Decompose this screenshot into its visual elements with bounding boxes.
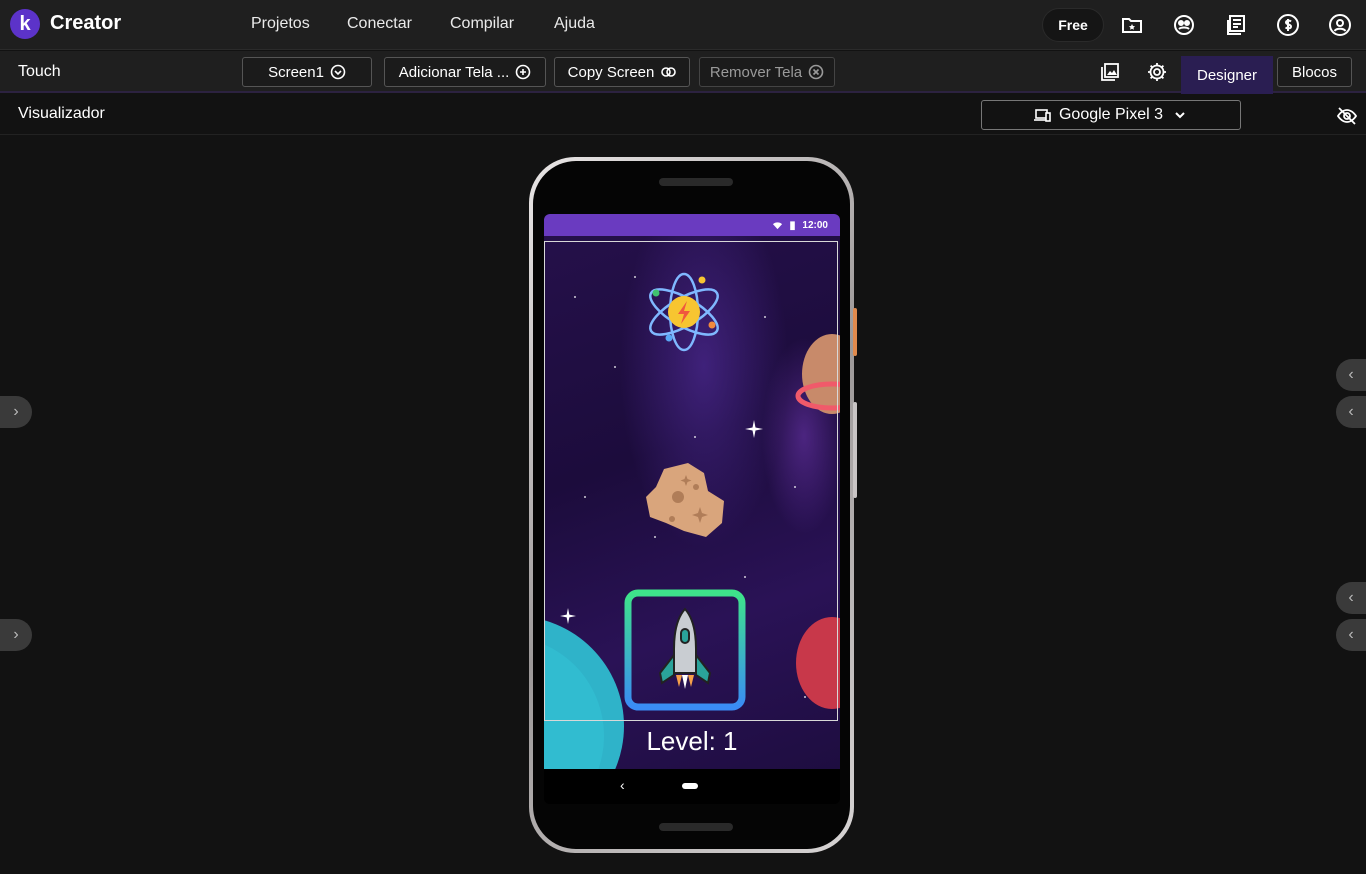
toggle-icon (661, 67, 677, 77)
phone-power-key (853, 308, 857, 356)
folder-star-icon[interactable] (1120, 13, 1144, 37)
menu-compilar[interactable]: Compilar (450, 15, 514, 33)
dollar-icon[interactable] (1276, 13, 1300, 37)
chevron-right-icon: › (13, 626, 19, 643)
device-select-label: Google Pixel 3 (1058, 106, 1164, 123)
community-icon[interactable] (1172, 13, 1196, 37)
tab-blocos[interactable]: Blocos (1277, 57, 1352, 87)
phone-speaker-bottom (659, 823, 733, 831)
menu-ajuda[interactable]: Ajuda (554, 15, 595, 33)
remove-screen-label: Remover Tela (709, 63, 803, 81)
chevron-left-icon: ‹ (1348, 403, 1354, 420)
remove-screen-button[interactable]: Remover Tela (699, 57, 835, 87)
brand-name[interactable]: Creator (50, 12, 121, 35)
chevron-down-icon (1175, 112, 1185, 119)
top-navbar: k Creator Projetos Conectar Compilar Aju… (0, 0, 1366, 50)
home-icon[interactable] (682, 783, 698, 789)
chevron-down-circle-icon (330, 64, 346, 80)
viewer-title: Visualizador (18, 105, 105, 122)
expand-left-panel-button[interactable]: › (0, 396, 32, 428)
menu-projetos[interactable]: Projetos (251, 15, 310, 33)
status-time: 12:00 (802, 219, 828, 231)
designer-toolbar: Touch Screen1 Adicionar Tela ... Copy Sc… (0, 51, 1366, 94)
settings-icon[interactable] (1146, 61, 1168, 83)
screen-select-button[interactable]: Screen1 (242, 57, 372, 87)
android-navbar: ‹ (544, 769, 840, 804)
chevron-left-icon: ‹ (1348, 366, 1354, 383)
android-statusbar: 12:00 (544, 214, 840, 236)
eye-off-icon[interactable] (1336, 105, 1358, 127)
account-icon[interactable] (1328, 13, 1352, 37)
gallery-icon[interactable] (1099, 61, 1121, 83)
add-screen-label: Adicionar Tela ... (398, 63, 510, 81)
add-screen-button[interactable]: Adicionar Tela ... (384, 57, 546, 87)
close-circle-icon (808, 64, 824, 80)
screen-select-label: Screen1 (268, 63, 324, 81)
canvas-component[interactable] (544, 241, 838, 721)
chevron-left-icon: ‹ (1348, 626, 1354, 643)
level-label: Level: 1 (646, 726, 738, 756)
game-background: Level: 1 (544, 236, 840, 769)
back-icon[interactable]: ‹ (620, 777, 625, 793)
collapse-right-panel-button-4[interactable]: ‹ (1336, 619, 1366, 651)
menu-conectar[interactable]: Conectar (347, 15, 412, 33)
copy-screen-button[interactable]: Copy Screen (554, 57, 690, 87)
collapse-right-panel-button-3[interactable]: ‹ (1336, 582, 1366, 614)
plan-badge[interactable]: Free (1042, 8, 1104, 42)
collapse-right-panel-button-2[interactable]: ‹ (1336, 396, 1366, 428)
device-select[interactable]: Google Pixel 3 (981, 100, 1241, 130)
logo-icon[interactable]: k (10, 9, 40, 39)
collapse-right-panel-button[interactable]: ‹ (1336, 359, 1366, 391)
phone-volume-key (853, 402, 857, 498)
phone-screen: 12:00 Level: 1 ‹ (544, 214, 840, 804)
tab-designer[interactable]: Designer (1181, 56, 1273, 94)
project-name: Touch (18, 63, 61, 80)
wifi-icon (773, 221, 783, 229)
docs-icon[interactable] (1224, 13, 1248, 37)
battery-icon (790, 220, 796, 230)
viewer-header: Visualizador Google Pixel 3 (0, 95, 1366, 135)
chevron-right-icon: › (13, 403, 19, 420)
copy-screen-label: Copy Screen (567, 63, 655, 81)
devices-icon (1033, 109, 1051, 122)
phone-speaker-top (659, 178, 733, 186)
expand-left-panel-button-2[interactable]: › (0, 619, 32, 651)
plus-circle-icon (516, 64, 531, 80)
chevron-left-icon: ‹ (1348, 589, 1354, 606)
